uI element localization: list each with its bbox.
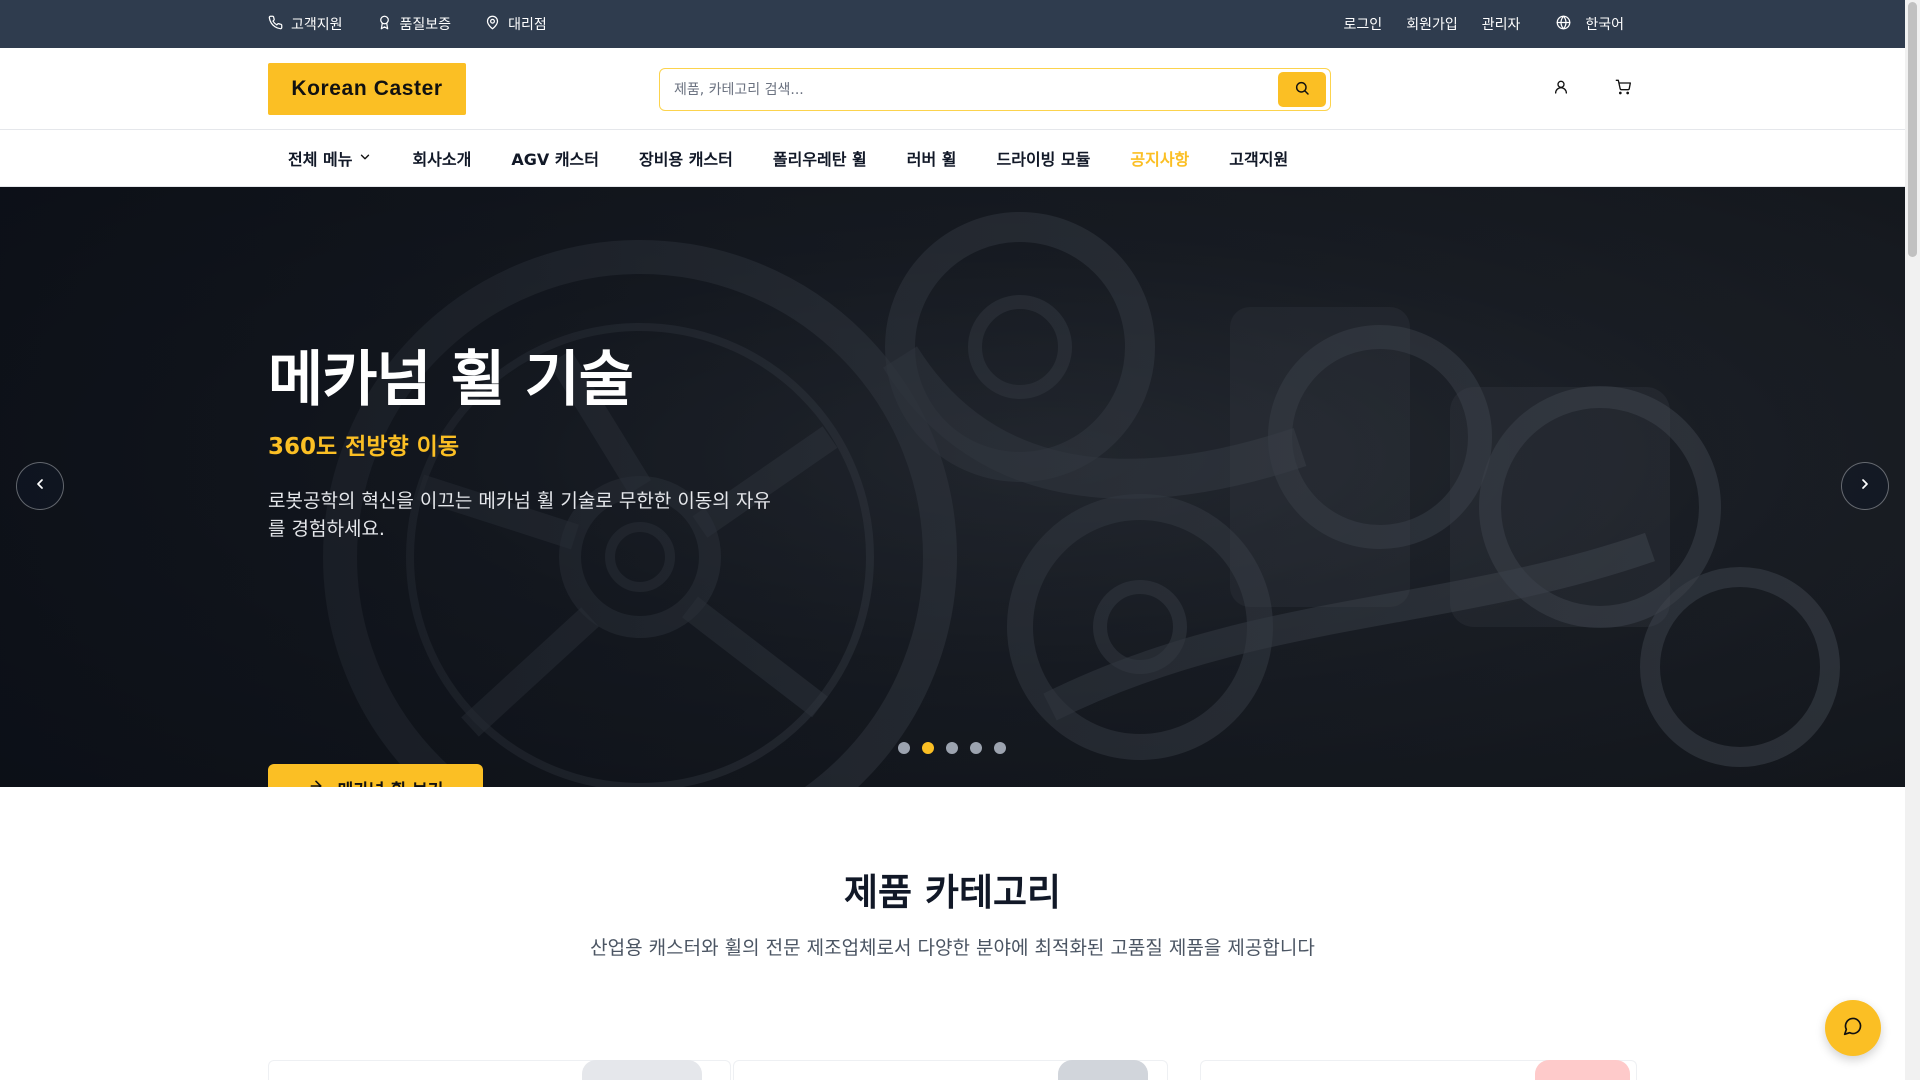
message-circle-icon	[1843, 1016, 1863, 1040]
topbar-dealer-label: 대리점	[508, 17, 547, 33]
hero-cta-label: 메카넘 휠 보기	[338, 776, 444, 788]
nav-item-company[interactable]: 회사소개	[412, 146, 471, 170]
page-scrollbar[interactable]	[1905, 0, 1920, 1080]
category-card-image	[1058, 1060, 1148, 1080]
globe-icon	[1556, 15, 1571, 34]
carousel-prev-button[interactable]	[16, 462, 64, 510]
chat-button[interactable]	[1825, 1000, 1881, 1056]
login-link[interactable]: 로그인	[1344, 14, 1383, 34]
nav-item-equipment-caster[interactable]: 장비용 캐스터	[639, 146, 733, 170]
carousel-dot-1[interactable]	[898, 742, 910, 754]
topbar-left-links: 고객지원 품질보증 대리점	[268, 0, 547, 48]
award-icon	[377, 15, 392, 34]
arrow-right-icon	[308, 778, 324, 787]
topbar-support-link[interactable]: 고객지원	[268, 14, 343, 34]
nav-item-notice[interactable]: 공지사항	[1130, 146, 1189, 170]
topbar-support-label: 고객지원	[291, 17, 343, 33]
search-bar	[659, 68, 1331, 111]
header-actions	[1550, 76, 1634, 98]
carousel-dot-4[interactable]	[970, 742, 982, 754]
search-button[interactable]	[1278, 72, 1326, 107]
top-utility-bar: 고객지원 품질보증 대리점 로그인 회원가입 관리자 한국어	[0, 0, 1905, 48]
user-icon[interactable]	[1550, 76, 1572, 98]
nav-item-label: 전체 메뉴	[288, 150, 353, 169]
map-pin-icon	[485, 15, 500, 34]
search-icon	[1294, 80, 1310, 100]
scrollbar-thumb[interactable]	[1908, 2, 1917, 257]
categories-title: 제품 카테고리	[843, 871, 1062, 914]
admin-link[interactable]: 관리자	[1482, 14, 1521, 34]
carousel-dot-5[interactable]	[994, 742, 1006, 754]
hero-subtitle: 360도 전방향 이동	[268, 434, 459, 460]
main-header: Korean Caster	[0, 48, 1905, 130]
hero-title: 메카넘 휠 기술	[268, 345, 634, 415]
topbar-quality-label: 품질보증	[399, 17, 452, 33]
search-input[interactable]	[674, 69, 1254, 110]
nav-item-rubber-wheel[interactable]: 러버 휠	[907, 146, 957, 170]
nav-menu: 전체 메뉴 회사소개 AGV 캐스터 장비용 캐스터 폴리우레탄 휠 러버 휠 …	[288, 130, 1328, 186]
site-logo[interactable]: Korean Caster	[268, 63, 466, 115]
nav-item-agv-caster[interactable]: AGV 캐스터	[511, 146, 599, 170]
topbar-right-links: 로그인 회원가입 관리자 한국어	[1320, 0, 1624, 48]
carousel-next-button[interactable]	[1841, 462, 1889, 510]
nav-all-menu[interactable]: 전체 메뉴	[288, 146, 372, 170]
topbar-dealer-link[interactable]: 대리점	[485, 14, 547, 34]
language-label: 한국어	[1585, 17, 1624, 33]
category-card-image	[1535, 1060, 1630, 1080]
carousel-dot-3[interactable]	[946, 742, 958, 754]
hero-cta-button[interactable]: 메카넘 휠 보기	[268, 764, 483, 787]
hero-carousel: 메카넘 휠 기술 360도 전방향 이동 로봇공학의 혁신을 이끄는 메카넘 휠…	[0, 187, 1905, 787]
topbar-quality-link[interactable]: 품질보증	[377, 14, 452, 34]
carousel-indicators	[898, 742, 1006, 754]
language-selector[interactable]: 한국어	[1556, 14, 1624, 34]
phone-icon	[268, 15, 283, 34]
chevron-left-icon	[32, 476, 48, 496]
nav-item-driving-module[interactable]: 드라이빙 모듈	[997, 146, 1091, 170]
category-card-image	[582, 1060, 702, 1080]
hero-content: 메카넘 휠 기술 360도 전방향 이동 로봇공학의 혁신을 이끄는 메카넘 휠…	[268, 347, 808, 543]
nav-item-polyurethane-wheel[interactable]: 폴리우레탄 휠	[773, 146, 867, 170]
signup-link[interactable]: 회원가입	[1406, 14, 1458, 34]
hero-description: 로봇공학의 혁신을 이끄는 메카넘 휠 기술로 무한한 이동의 자유를 경험하세…	[268, 490, 771, 540]
carousel-dot-2[interactable]	[922, 742, 934, 754]
nav-item-support[interactable]: 고객지원	[1229, 146, 1288, 170]
chevron-right-icon	[1857, 476, 1873, 496]
categories-description: 산업용 캐스터와 휠의 전문 제조업체로서 다양한 분야에 최적화된 고품질 제…	[590, 937, 1315, 959]
chevron-down-icon	[358, 149, 372, 168]
main-nav: 전체 메뉴 회사소개 AGV 캐스터 장비용 캐스터 폴리우레탄 휠 러버 휠 …	[0, 130, 1905, 187]
cart-icon[interactable]	[1612, 76, 1634, 98]
